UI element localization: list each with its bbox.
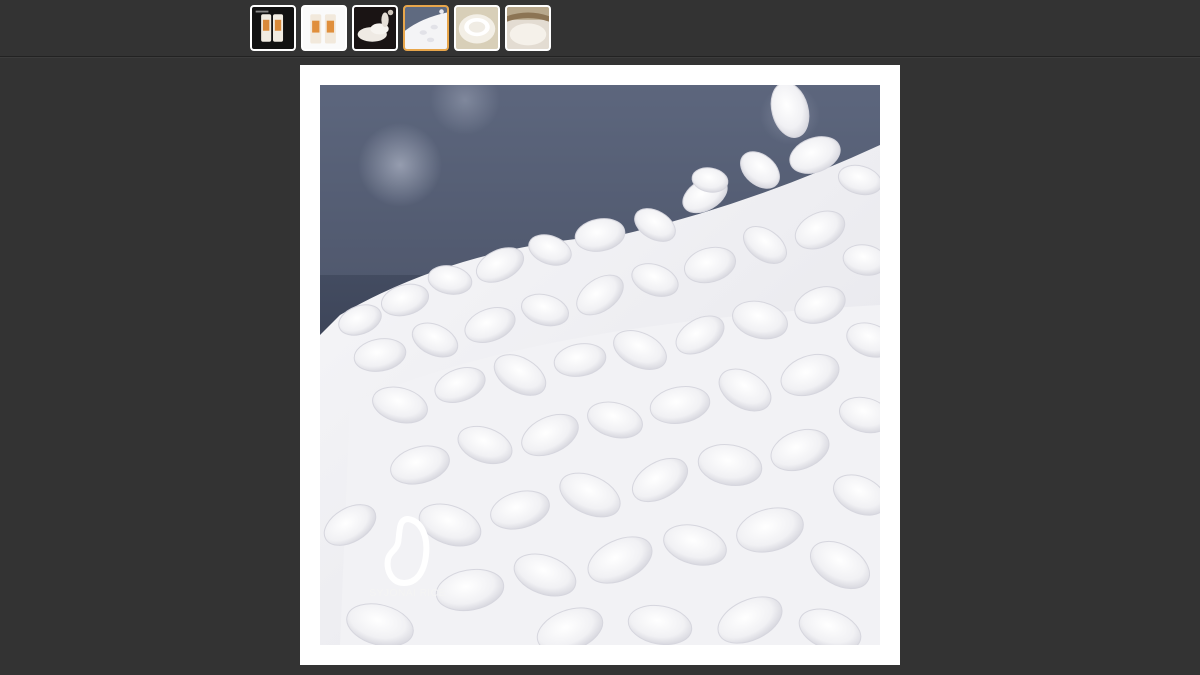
thumbnail-3[interactable] (352, 5, 398, 51)
rice-grain-logo-icon (384, 516, 429, 586)
rice-pour-dark-thumbnail (354, 7, 396, 49)
brand-logo: SYJONAI RICE (360, 515, 455, 599)
thumbnail-strip-bar (0, 0, 1200, 57)
main-product-image[interactable]: SYJONAI RICE (320, 85, 880, 645)
thumbnail-5[interactable] (454, 5, 500, 51)
rice-bags-dark-thumbnail (252, 7, 294, 49)
thumbnail-6[interactable] (505, 5, 551, 51)
thumbnail-2[interactable] (301, 5, 347, 51)
rice-grains-closeup-thumbnail (405, 7, 447, 49)
rice-sack-thumbnail (507, 7, 549, 49)
brand-logo-text: SYJONAI RICE (369, 587, 446, 599)
image-viewer-frame: SYJONAI RICE (300, 65, 900, 665)
thumbnail-list (250, 5, 551, 51)
rice-bags-light-thumbnail (303, 7, 345, 49)
thumbnail-4[interactable] (403, 5, 449, 51)
thumbnail-1[interactable] (250, 5, 296, 51)
rice-bowl-thumbnail (456, 7, 498, 49)
